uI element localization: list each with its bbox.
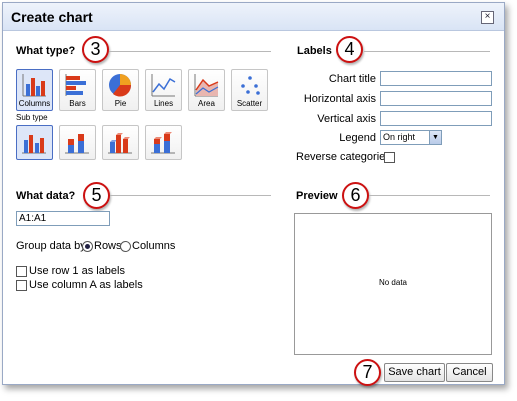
create-chart-dialog: Create chart × What type? 3 Columns Bars… — [2, 2, 505, 386]
group-by-rows-label: Rows — [94, 240, 122, 252]
use-column-a-checkbox[interactable] — [16, 280, 27, 291]
legend-select[interactable]: On right ▼ — [380, 130, 442, 145]
use-row1-label: Use row 1 as labels — [29, 265, 125, 277]
subtype-3d-columns[interactable] — [102, 125, 139, 160]
chart-type-bars[interactable]: Bars — [59, 69, 96, 111]
legend-label: Legend — [339, 132, 376, 144]
3d-stacked-columns-icon — [151, 132, 175, 154]
labels-title: Labels — [297, 45, 332, 57]
preview-divider — [369, 195, 490, 196]
pie-chart-icon — [109, 74, 132, 97]
subtype-stacked-columns[interactable] — [59, 125, 96, 160]
subtype-3d-stacked-columns[interactable] — [145, 125, 182, 160]
scatter-chart-icon — [241, 76, 260, 95]
no-data-text: No data — [378, 278, 408, 287]
horizontal-axis-input[interactable] — [380, 91, 492, 106]
group-by-rows-radio[interactable] — [82, 241, 93, 252]
preview-heading: Preview — [296, 190, 338, 202]
clustered-columns-icon — [22, 135, 46, 154]
what-type-divider — [109, 51, 271, 52]
chart-type-label: Lines — [153, 99, 174, 108]
chart-type-label: Area — [198, 99, 215, 108]
reverse-categories-label: Reverse categories — [296, 151, 391, 163]
vertical-axis-input[interactable] — [380, 111, 492, 126]
cancel-button[interactable]: Cancel — [446, 363, 493, 382]
what-data-divider — [110, 195, 271, 196]
save-chart-button[interactable]: Save chart — [384, 363, 445, 382]
chart-type-label: Scatter — [236, 99, 263, 108]
chart-type-pie[interactable]: Pie — [102, 69, 139, 111]
chart-type-label: Pie — [114, 99, 127, 108]
callout-5: 5 — [83, 182, 110, 209]
chart-preview-pane: No data — [294, 213, 492, 355]
group-by-columns-label: Columns — [132, 240, 176, 252]
chart-type-label: Bars — [69, 99, 86, 108]
what-type-title: What type? — [16, 45, 76, 57]
bars-chart-icon — [65, 74, 86, 96]
stacked-columns-icon — [65, 134, 89, 154]
lines-chart-icon — [151, 74, 176, 97]
group-by-columns-radio[interactable] — [120, 241, 131, 252]
chart-type-lines[interactable]: Lines — [145, 69, 182, 111]
use-row1-checkbox[interactable] — [16, 266, 27, 277]
what-data-title: What data? — [16, 190, 76, 202]
callout-3: 3 — [82, 36, 109, 63]
dialog-titlebar: Create chart × — [3, 3, 504, 31]
reverse-categories-checkbox[interactable] — [384, 152, 395, 163]
callout-7: 7 — [354, 359, 381, 386]
chevron-down-icon: ▼ — [429, 131, 441, 144]
chart-type-label: Columns — [18, 99, 51, 108]
group-by-label: Group data by — [16, 240, 86, 252]
chart-title-label: Chart title — [328, 73, 376, 85]
chart-type-scatter[interactable]: Scatter — [231, 69, 268, 111]
close-icon[interactable]: × — [481, 11, 494, 24]
chart-title-input[interactable] — [380, 71, 492, 86]
callout-4: 4 — [336, 36, 363, 63]
data-range-input[interactable] — [16, 211, 110, 226]
legend-select-value: On right — [383, 132, 416, 142]
what-type-heading: What type? — [16, 45, 75, 57]
callout-6: 6 — [342, 182, 369, 209]
labels-heading: Labels — [297, 45, 332, 57]
preview-title: Preview — [296, 190, 338, 202]
chart-type-area[interactable]: Area — [188, 69, 225, 111]
chart-type-columns[interactable]: Columns — [16, 69, 53, 111]
what-data-heading: What data? — [16, 190, 75, 202]
use-column-a-label: Use column A as labels — [29, 279, 143, 291]
subtype-label: Sub type — [16, 113, 48, 122]
subtype-clustered-columns[interactable] — [16, 125, 53, 160]
columns-chart-icon — [22, 74, 46, 97]
vertical-axis-label: Vertical axis — [317, 113, 376, 125]
area-chart-icon — [194, 74, 219, 97]
labels-divider — [364, 51, 490, 52]
dialog-title: Create chart — [11, 9, 93, 25]
horizontal-axis-label: Horizontal axis — [303, 93, 376, 105]
3d-columns-icon — [108, 133, 132, 154]
